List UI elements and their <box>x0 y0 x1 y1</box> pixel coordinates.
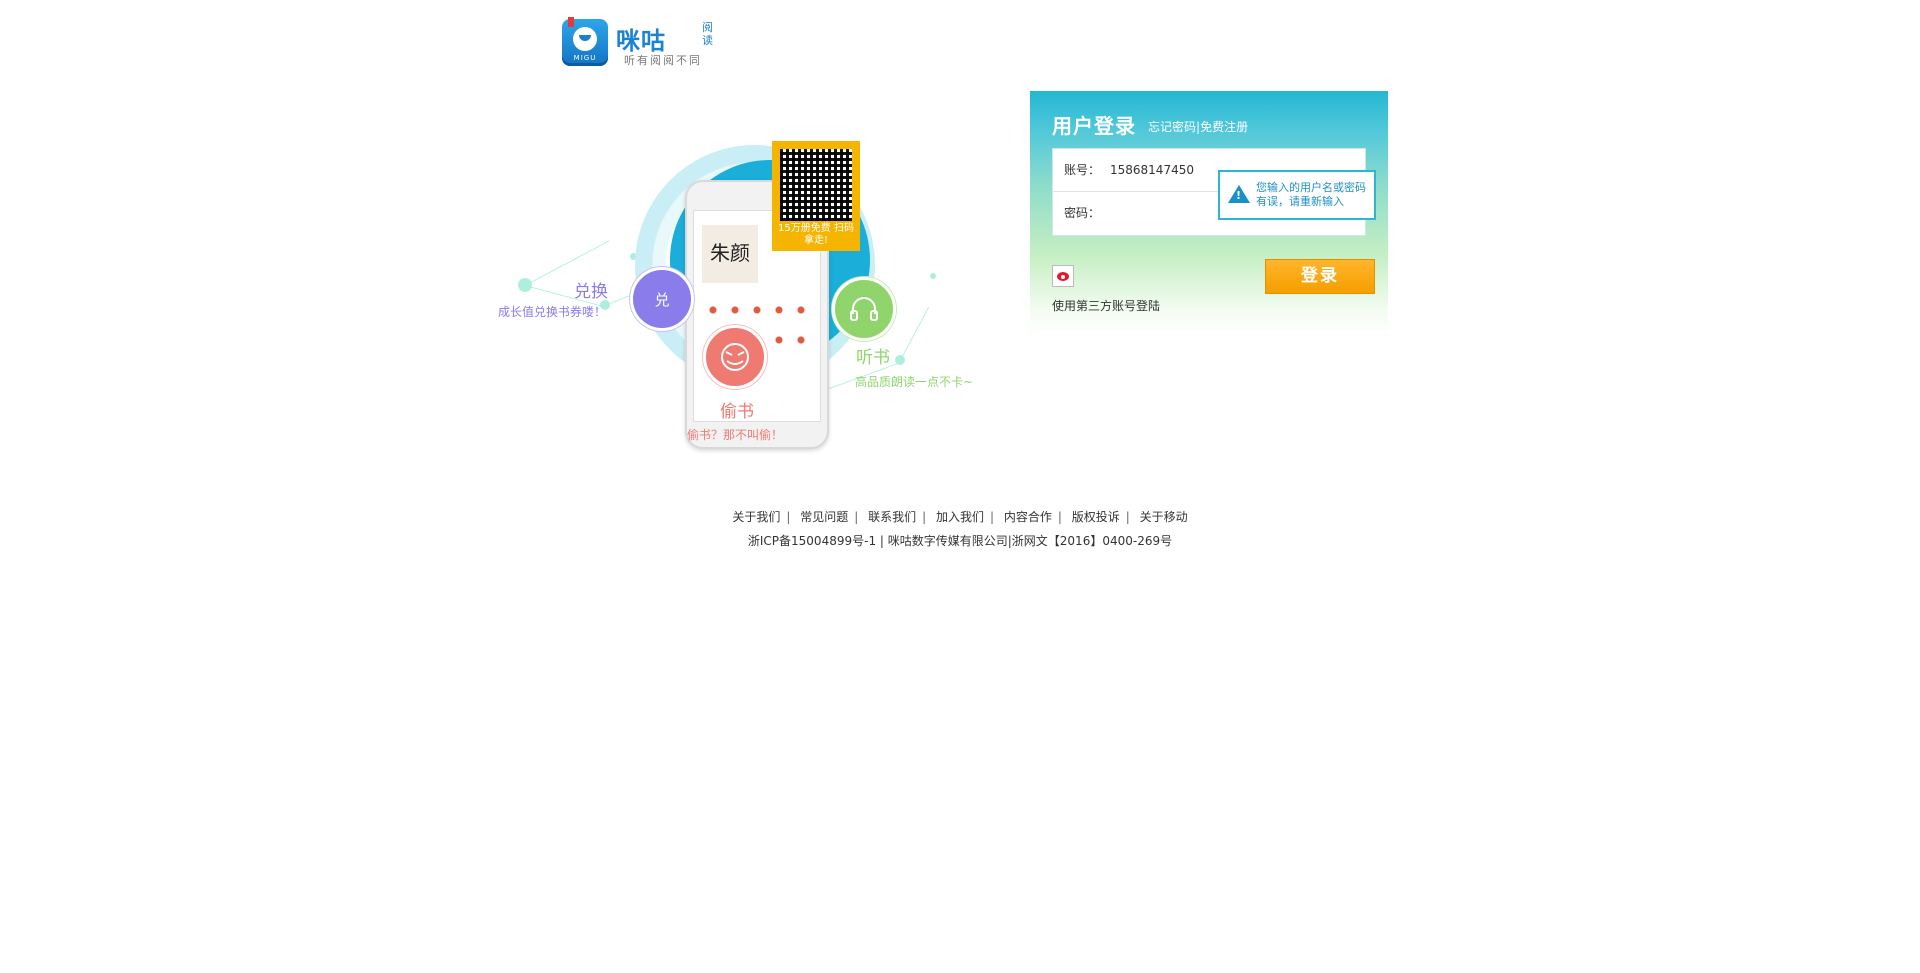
decor-dot <box>518 278 532 292</box>
headphones-svg <box>850 297 878 321</box>
account-label: 账号： <box>1064 163 1101 177</box>
connector-line <box>900 307 930 361</box>
feature-title-listen: 听书 <box>856 348 890 368</box>
footer-link-faq[interactable]: 常见问题 <box>794 510 854 524</box>
brand-name: 咪咕 <box>616 27 666 55</box>
footer-copyright: 浙ICP备15004899号-1 | 咪咕数字传媒有限公司|浙网文【2016】0… <box>747 534 1173 548</box>
error-tooltip: 您输入的用户名或密码有误，请重新输入 <box>1218 170 1376 220</box>
login-panel: 用户登录 忘记密码|免费注册 账号： 密码： 您输入的用户名或密码有误，请重新输… <box>1030 91 1388 336</box>
footer-sep: | <box>1125 510 1130 524</box>
brand-sub: 阅读 <box>702 21 713 47</box>
thief-face-icon <box>703 325 767 389</box>
qr-code-icon[interactable] <box>780 149 852 221</box>
thief-face-svg <box>721 343 749 371</box>
feature-desc-listen: 高品质朗读一点不卡~ <box>855 375 974 389</box>
login-title: 用户登录 <box>1052 114 1136 138</box>
register-link[interactable]: 免费注册 <box>1200 120 1248 134</box>
footer-link-contact[interactable]: 联系我们 <box>862 510 922 524</box>
third-party-login-text: 使用第三方账号登陆 <box>1052 299 1161 313</box>
footer-sep: | <box>1057 510 1062 524</box>
footer-links: 关于我们 | 常见问题 | 联系我们 | 加入我们 | 内容合作 | 版权投诉 | 关于移动 <box>0 508 1920 525</box>
footer-sep: | <box>786 510 791 524</box>
headphones-icon <box>832 277 896 341</box>
footer-link-copyright[interactable]: 版权投诉 <box>1066 510 1126 524</box>
footer-sep: | <box>922 510 927 524</box>
app-icon-label: MIGU <box>573 54 597 62</box>
decor-dot <box>895 355 905 365</box>
warning-icon <box>1228 185 1250 203</box>
footer-link-about[interactable]: 关于我们 <box>726 510 786 524</box>
footer-sep: | <box>990 510 995 524</box>
feature-desc-exchange: 成长值兑换书券喽！ <box>498 305 607 319</box>
decor-dot <box>930 273 936 279</box>
promo-illustration: 朱颜 15万册免费 扫码拿走! 兑 兑换 成长值兑换书券喽！ 听书 高品质朗读一… <box>490 135 1010 465</box>
book-cover: 朱颜 <box>702 225 758 283</box>
footer-link-cooperation[interactable]: 内容合作 <box>998 510 1058 524</box>
error-message: 您输入的用户名或密码有误，请重新输入 <box>1256 181 1366 208</box>
login-links: 忘记密码|免费注册 <box>1148 118 1248 135</box>
feature-title-exchange: 兑换 <box>574 282 608 302</box>
qr-caption: 15万册免费 扫码拿走! <box>778 223 854 246</box>
password-label: 密码： <box>1064 206 1101 220</box>
mascot-icon <box>573 27 597 51</box>
footer-link-join[interactable]: 加入我们 <box>930 510 990 524</box>
footer-link-mobile[interactable]: 关于移动 <box>1134 510 1194 524</box>
exchange-badge-text: 兑 <box>654 290 670 309</box>
weibo-login-icon[interactable] <box>1052 265 1074 287</box>
migu-logo[interactable]: MIGU 咪咕 阅读 听有阅阅不同 <box>562 17 722 69</box>
login-button[interactable]: 登录 <box>1265 259 1375 294</box>
feature-desc-steal: 偷书？那不叫偷！ <box>687 428 784 442</box>
brand-slogan: 听有阅阅不同 <box>624 54 702 67</box>
feature-title-steal: 偷书 <box>720 402 754 422</box>
footer-sep: | <box>854 510 859 524</box>
bookmark-icon <box>568 17 574 27</box>
forgot-password-link[interactable]: 忘记密码 <box>1148 120 1196 134</box>
exchange-bubble: 兑 <box>630 267 694 331</box>
migu-app-icon: MIGU <box>562 17 608 66</box>
